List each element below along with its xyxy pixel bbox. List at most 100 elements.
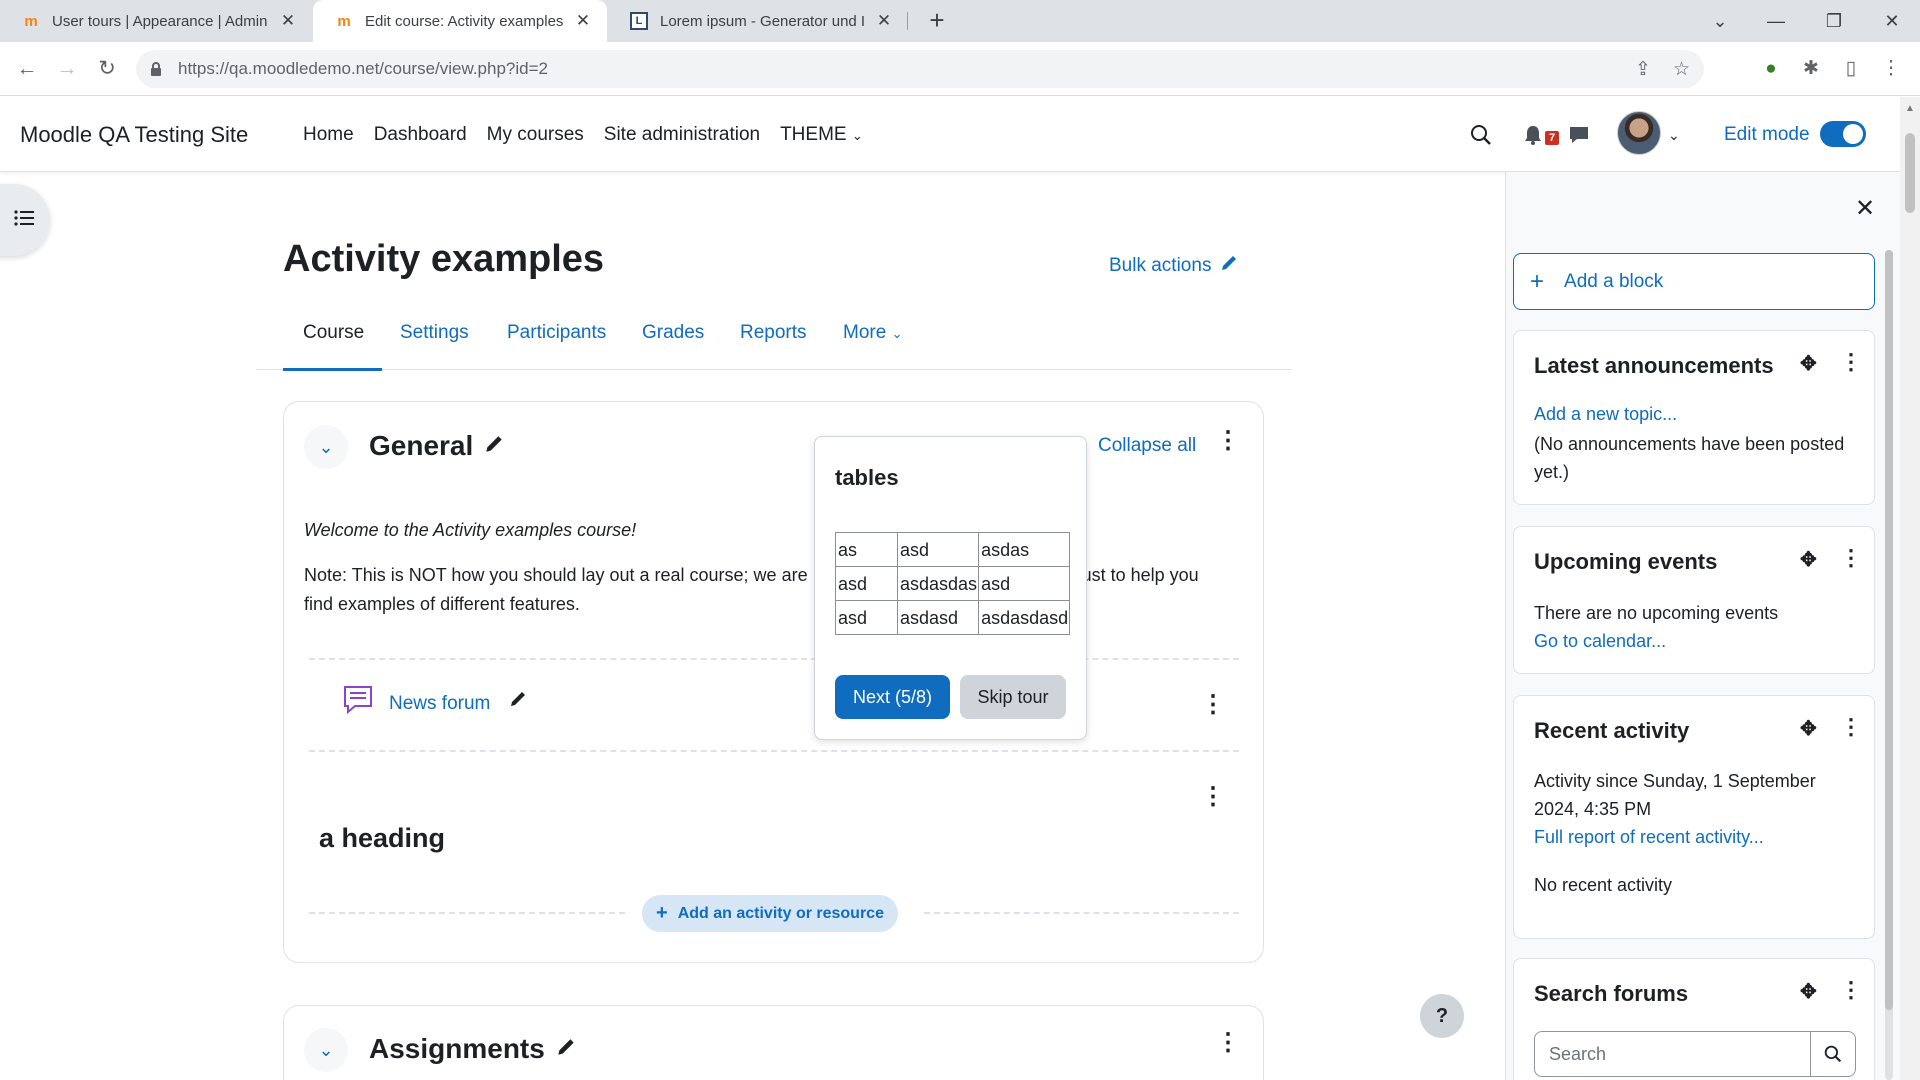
tab-search-chevron-icon[interactable]: ⌄: [1692, 0, 1748, 42]
collapse-all-link[interactable]: Collapse all: [1098, 435, 1196, 457]
move-arrows-icon[interactable]: ✥: [1800, 351, 1817, 376]
edit-mode-toggle[interactable]: [1820, 121, 1866, 147]
table-row: asd asdasdas asd: [835, 566, 1071, 601]
browser-toolbar: ← → ↻ https://qa.moodledemo.net/course/v…: [0, 42, 1920, 96]
section-general: ⌄ General ⋮ Welcome to the Activity exam…: [283, 401, 1264, 963]
tab-more[interactable]: More ⌄: [843, 322, 902, 344]
scroll-up-arrow-icon[interactable]: ▲: [1905, 103, 1915, 114]
edit-pencil-icon[interactable]: [555, 1033, 577, 1065]
chevron-down-icon: ⌄: [851, 128, 863, 143]
plus-icon: +: [1530, 267, 1545, 295]
go-to-calendar-link[interactable]: Go to calendar...: [1534, 631, 1666, 652]
close-drawer-icon[interactable]: ✕: [1855, 194, 1875, 223]
full-report-link[interactable]: Full report of recent activity...: [1534, 827, 1764, 848]
user-avatar[interactable]: [1617, 111, 1661, 155]
search-icon[interactable]: [1466, 115, 1496, 155]
close-tab-icon[interactable]: ✕: [573, 11, 593, 31]
tab-course[interactable]: Course: [303, 322, 364, 344]
extension-shield-icon[interactable]: ●: [1758, 56, 1784, 82]
collapse-section-chevron-icon[interactable]: ⌄: [304, 1028, 348, 1072]
move-arrows-icon[interactable]: ✥: [1800, 979, 1817, 1004]
tab-settings[interactable]: Settings: [400, 322, 469, 344]
nav-theme-label: THEME: [780, 124, 847, 145]
move-arrows-icon[interactable]: ✥: [1800, 716, 1817, 741]
add-divider-left: [309, 912, 625, 914]
add-divider-right: [924, 912, 1239, 914]
site-name[interactable]: Moodle QA Testing Site: [20, 122, 248, 148]
search-submit-icon[interactable]: [1810, 1032, 1855, 1076]
user-menu-chevron-icon[interactable]: ⌄: [1668, 127, 1680, 144]
collapse-section-chevron-icon[interactable]: ⌄: [304, 425, 348, 469]
new-tab-plus-icon[interactable]: +: [922, 6, 952, 36]
tour-skip-button[interactable]: Skip tour: [960, 675, 1066, 719]
table-cell: asdasdas: [896, 566, 980, 601]
block-actions-kebab-icon[interactable]: ⋮: [1840, 349, 1862, 375]
tab-participants[interactable]: Participants: [507, 322, 606, 344]
block-title: Latest announcements: [1534, 353, 1774, 378]
tab-reports[interactable]: Reports: [740, 322, 807, 344]
nav-my-courses[interactable]: My courses: [487, 124, 584, 146]
help-question-icon[interactable]: ?: [1420, 994, 1464, 1038]
edit-pencil-icon[interactable]: [508, 692, 528, 714]
block-actions-kebab-icon[interactable]: ⋮: [1840, 714, 1862, 740]
url-text: https://qa.moodledemo.net/course/view.ph…: [178, 59, 548, 79]
section-actions-kebab-icon[interactable]: ⋮: [1216, 1028, 1240, 1057]
add-block-button[interactable]: + Add a block: [1513, 253, 1875, 310]
search-forums-input[interactable]: Search: [1534, 1031, 1856, 1077]
close-tab-icon[interactable]: ✕: [278, 11, 298, 31]
reload-icon[interactable]: ↻: [92, 54, 122, 84]
back-arrow-icon[interactable]: ←: [12, 54, 42, 84]
minimize-icon[interactable]: —: [1748, 0, 1804, 42]
share-icon[interactable]: ⇪: [1635, 58, 1651, 81]
add-block-label: Add a block: [1564, 270, 1664, 292]
close-tab-icon[interactable]: ✕: [874, 11, 894, 31]
browser-tab-user-tours[interactable]: m User tours | Appearance | Admini ✕: [0, 0, 312, 42]
section-title-text: Assignments: [369, 1033, 545, 1064]
nav-site-administration[interactable]: Site administration: [604, 124, 760, 146]
edit-pencil-icon[interactable]: [483, 430, 505, 462]
browser-menu-icon[interactable]: ⋮: [1878, 56, 1904, 82]
heading-actions-kebab-icon[interactable]: ⋮: [1201, 782, 1225, 811]
forward-arrow-icon[interactable]: →: [52, 54, 82, 84]
add-activity-label: Add an activity or resource: [677, 904, 884, 922]
table-cell: asd: [835, 566, 898, 601]
url-path: /course/view.php?id=2: [379, 59, 548, 78]
add-new-topic-link[interactable]: Add a new topic...: [1534, 404, 1677, 425]
document-favicon-icon: L: [630, 12, 648, 30]
messages-chat-icon[interactable]: [1568, 115, 1594, 155]
section-summary: Welcome to the Activity examples course!…: [304, 516, 1234, 619]
activity-actions-kebab-icon[interactable]: ⋮: [1201, 690, 1225, 719]
block-text: Activity since Sunday, 1 September 2024,…: [1534, 771, 1816, 819]
browser-tab-edit-course[interactable]: m Edit course: Activity examples | M ✕: [313, 0, 607, 42]
block-title: Recent activity: [1534, 718, 1690, 743]
section-actions-kebab-icon[interactable]: ⋮: [1216, 426, 1240, 455]
summary-note-line: Note: This is NOT how you should lay out…: [304, 561, 1234, 590]
bookmark-star-icon[interactable]: ☆: [1673, 58, 1690, 81]
restore-icon[interactable]: ❐: [1806, 0, 1862, 42]
activity-link-news-forum[interactable]: News forum: [389, 689, 528, 715]
summary-note-part1: Note: This is NOT how you should lay out…: [304, 565, 808, 585]
block-actions-kebab-icon[interactable]: ⋮: [1840, 545, 1862, 571]
move-arrows-icon[interactable]: ✥: [1800, 547, 1817, 572]
drawer-scrollbar[interactable]: [1885, 250, 1893, 1080]
tour-next-button[interactable]: Next (5/8): [835, 675, 950, 719]
drawer-scrollbar-thumb[interactable]: [1885, 250, 1893, 1010]
nav-dashboard[interactable]: Dashboard: [374, 124, 467, 146]
close-window-icon[interactable]: ✕: [1864, 0, 1920, 42]
block-text: (No announcements have been posted yet.): [1534, 434, 1845, 482]
course-index-toggle[interactable]: [0, 184, 50, 256]
section-title: Assignments: [369, 1033, 577, 1065]
notifications-bell-icon[interactable]: 7: [1523, 115, 1559, 155]
add-activity-button[interactable]: + Add an activity or resource: [642, 895, 898, 932]
browser-tab-lorem-ipsum[interactable]: L Lorem ipsum - Generator und Inf ✕: [608, 0, 908, 42]
page-scrollbar[interactable]: ▲: [1900, 97, 1920, 1080]
nav-home[interactable]: Home: [303, 124, 354, 146]
block-actions-kebab-icon[interactable]: ⋮: [1840, 977, 1862, 1003]
page-scrollbar-thumb[interactable]: [1905, 133, 1915, 213]
tab-grades[interactable]: Grades: [642, 322, 704, 344]
extensions-puzzle-icon[interactable]: ✱: [1798, 56, 1824, 82]
side-panel-icon[interactable]: ▯: [1838, 56, 1864, 82]
bulk-actions-button[interactable]: Bulk actions: [1109, 253, 1239, 279]
address-bar[interactable]: https://qa.moodledemo.net/course/view.ph…: [136, 50, 1704, 88]
nav-theme[interactable]: THEME ⌄: [780, 124, 863, 146]
